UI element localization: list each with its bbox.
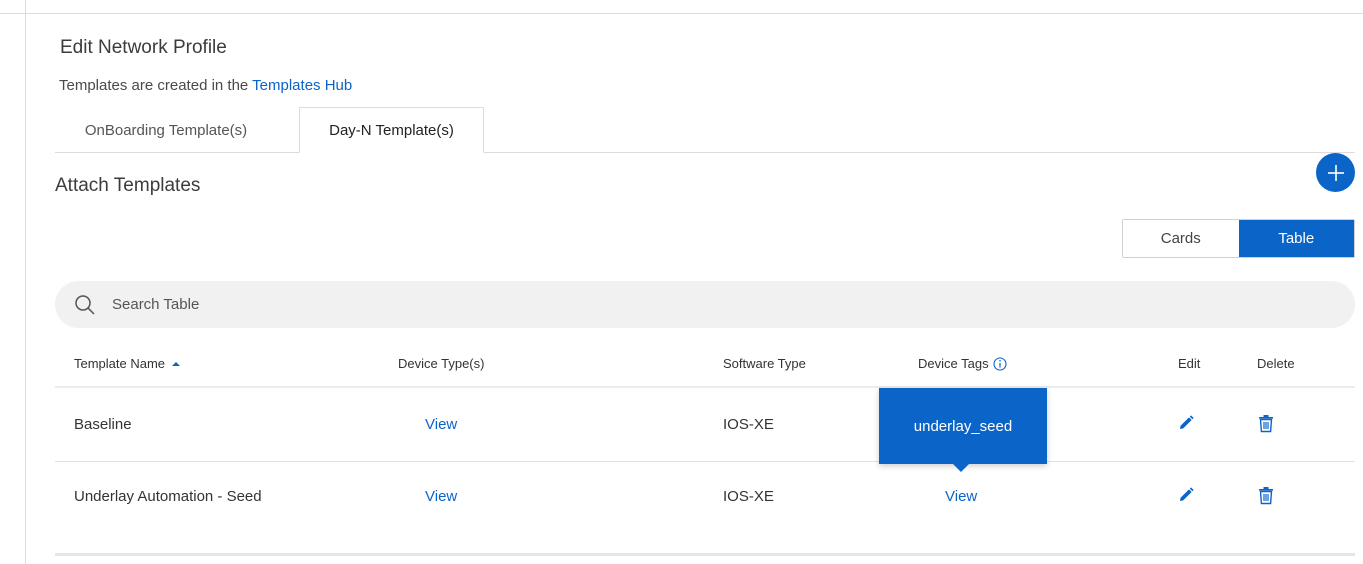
tab-day-n-templates[interactable]: Day-N Template(s) — [299, 107, 484, 153]
pencil-icon — [1180, 487, 1194, 501]
templates-hub-prefix: Templates are created in the — [59, 77, 253, 94]
software-type-cell: IOS-XE — [723, 488, 774, 505]
column-header-delete: Delete — [1257, 356, 1295, 371]
tab-onboarding-templates[interactable]: OnBoarding Template(s) — [55, 107, 277, 153]
template-tabs: OnBoarding Template(s) Day-N Template(s) — [55, 107, 1355, 153]
device-tags-tooltip: underlay_seed — [879, 388, 1047, 464]
column-header-device-tags-label: Device Tags — [918, 356, 989, 371]
templates-hub-note: Templates are created in the Templates H… — [59, 77, 352, 94]
row-divider — [55, 461, 1355, 462]
column-header-software-type: Software Type — [723, 356, 806, 371]
top-divider — [0, 13, 1363, 14]
attach-templates-heading: Attach Templates — [55, 175, 201, 196]
table-view-button[interactable]: Table — [1238, 220, 1354, 257]
template-name-cell: Baseline — [74, 416, 132, 433]
device-tags-view-link[interactable]: View — [945, 488, 977, 505]
trash-icon — [1259, 486, 1273, 504]
cards-view-button[interactable]: Cards — [1123, 220, 1239, 257]
pencil-icon — [1180, 415, 1194, 429]
left-rail-divider — [25, 0, 26, 564]
column-header-device-types: Device Type(s) — [398, 356, 485, 371]
info-icon[interactable] — [993, 356, 1007, 371]
delete-button[interactable] — [1256, 413, 1276, 433]
device-types-view-link[interactable]: View — [425, 488, 457, 505]
templates-hub-link[interactable]: Templates Hub — [252, 77, 352, 94]
trash-icon — [1259, 414, 1273, 432]
column-header-edit: Edit — [1178, 356, 1201, 371]
column-header-template-name[interactable]: Template Name — [74, 356, 181, 371]
edit-button[interactable] — [1176, 413, 1196, 433]
template-name-cell: Underlay Automation - Seed — [74, 488, 262, 505]
tooltip-arrow — [953, 464, 969, 472]
view-toggle: Cards Table — [1122, 219, 1355, 258]
page-title: Edit Network Profile — [60, 37, 227, 58]
table-header-divider — [55, 386, 1355, 388]
search-input[interactable] — [112, 281, 1332, 328]
column-header-device-tags: Device Tags — [918, 356, 1007, 371]
device-types-view-link[interactable]: View — [425, 416, 457, 433]
software-type-cell: IOS-XE — [723, 416, 774, 433]
add-template-button[interactable] — [1316, 153, 1355, 192]
table-bottom-border — [55, 553, 1355, 556]
sort-ascending-icon — [172, 361, 181, 366]
edit-button[interactable] — [1176, 485, 1196, 505]
delete-button[interactable] — [1256, 485, 1276, 505]
plus-icon — [1327, 164, 1344, 181]
column-header-template-name-label: Template Name — [74, 356, 166, 371]
search-bar — [55, 281, 1355, 328]
search-icon — [75, 295, 95, 315]
